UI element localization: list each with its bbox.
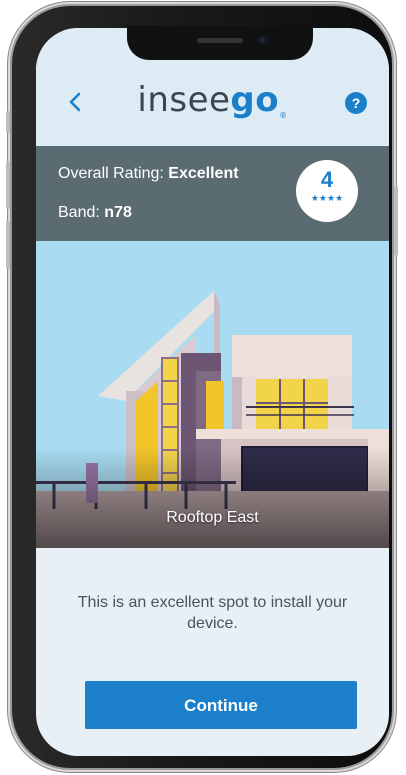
side-button [6,161,10,209]
camera [257,35,267,45]
phone-frame: inseego® ? Overall Rating: Excellent Ban… [6,6,398,768]
band: Band: n78 [58,204,132,222]
side-button [6,221,10,269]
notch [127,26,313,60]
side-button [394,186,398,256]
house-illustration-svg [36,241,389,548]
continue-button[interactable]: Continue [85,681,357,729]
inseego-logo: inseego® [36,80,389,120]
logo-accent: go [230,80,280,120]
house-illustration: Rooftop East [36,241,389,548]
score-value: 4 [320,167,334,192]
star-icons: ★★★★ [310,193,344,203]
side-button [6,111,10,133]
overall-rating-value: Excellent [168,165,239,182]
status-message: This is an excellent spot to install you… [77,594,348,632]
speaker [197,38,243,43]
overall-rating-label: Overall Rating: [58,165,164,182]
logo-mark: ® [279,111,288,120]
logo-text: insee [137,80,231,120]
band-label: Band: [58,204,100,221]
band-value: n78 [104,204,132,221]
score-badge: 4 ★★★★ [296,160,358,222]
overall-rating: Overall Rating: Excellent [58,165,239,183]
rating-bar: Overall Rating: Excellent Band: n78 4 ★★… [36,146,389,241]
help-icon: ? [351,95,361,111]
location-name: Rooftop East [166,509,259,526]
app-screen: inseego® ? Overall Rating: Excellent Ban… [36,28,389,756]
help-button[interactable]: ? [345,92,367,114]
